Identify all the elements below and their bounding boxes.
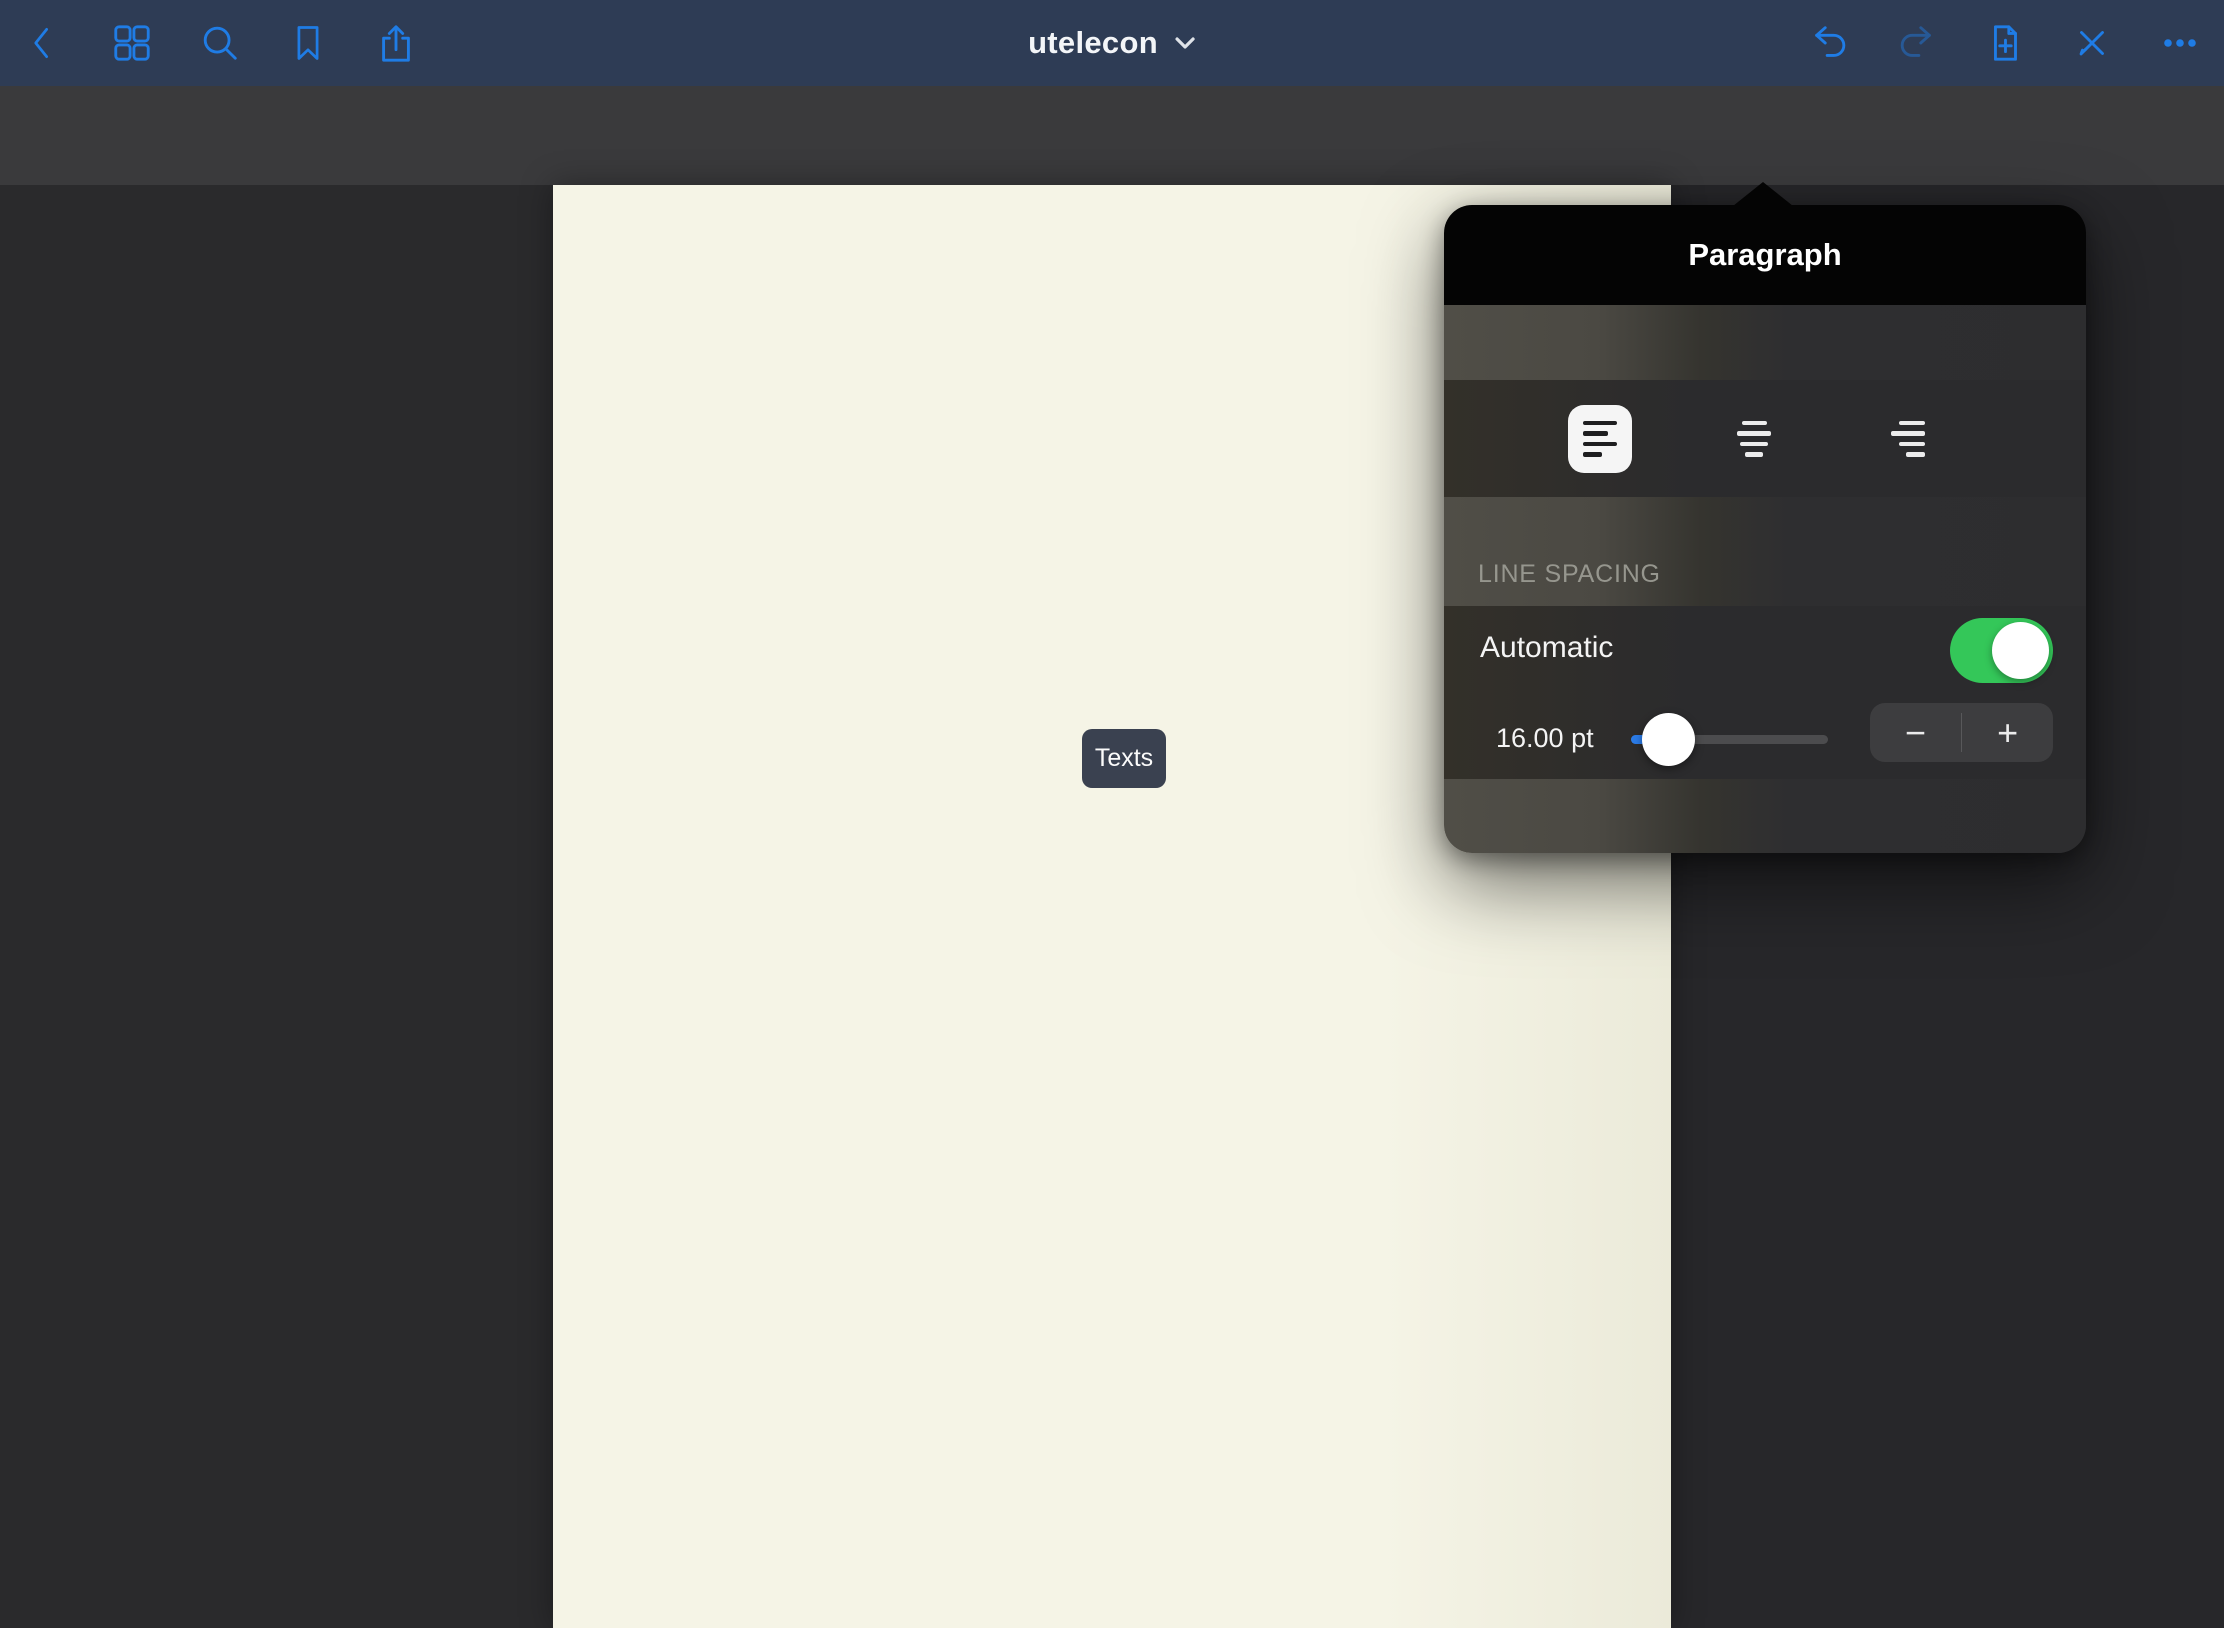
undo-button[interactable] bbox=[1802, 15, 1858, 71]
redo-button[interactable] bbox=[1888, 15, 1944, 71]
add-page-button[interactable] bbox=[1977, 15, 2033, 71]
line-spacing-section-label: LINE SPACING bbox=[1478, 560, 1661, 589]
undo-icon bbox=[1809, 22, 1851, 64]
toggle-knob bbox=[1992, 622, 2049, 679]
paragraph-popover: Paragraph bbox=[1444, 205, 2086, 853]
search-icon bbox=[199, 22, 241, 64]
spacing-increase-button[interactable]: + bbox=[1962, 703, 2053, 762]
more-button[interactable] bbox=[2152, 15, 2208, 71]
popover-band bbox=[1444, 497, 2086, 606]
canvas-margin-left bbox=[0, 185, 553, 1628]
ellipsis-icon bbox=[2158, 21, 2202, 65]
spacing-value: 16.00 pt bbox=[1496, 723, 1594, 754]
share-button[interactable] bbox=[368, 15, 424, 71]
share-icon bbox=[375, 22, 417, 64]
pencil-cross-icon bbox=[2071, 22, 2113, 64]
document-title-menu[interactable]: utelecon bbox=[1028, 25, 1196, 61]
spacing-stepper: − + bbox=[1870, 703, 2053, 762]
chevron-down-icon bbox=[1174, 35, 1196, 51]
spacing-slider-knob[interactable] bbox=[1642, 713, 1695, 766]
end-editing-button[interactable] bbox=[2064, 15, 2120, 71]
align-right-button[interactable] bbox=[1876, 405, 1940, 473]
page-grid-button[interactable] bbox=[104, 15, 160, 71]
align-center-button[interactable] bbox=[1722, 405, 1786, 473]
grid-icon bbox=[111, 22, 153, 64]
popover-header: Paragraph bbox=[1444, 205, 2086, 305]
bookmark-button[interactable] bbox=[280, 15, 336, 71]
back-button[interactable] bbox=[15, 15, 71, 71]
canvas-area: Texts Paragraph bbox=[0, 185, 2224, 1628]
automatic-label: Automatic bbox=[1480, 631, 1613, 665]
document-title: utelecon bbox=[1028, 25, 1158, 61]
tools-toolbar: T HiraginoSans-... 16 bbox=[0, 86, 2224, 185]
popover-arrow bbox=[1733, 182, 1793, 206]
alignment-row bbox=[1444, 380, 2086, 497]
nav-bar: utelecon bbox=[0, 0, 2224, 86]
add-page-icon bbox=[1984, 22, 2026, 64]
notes-app-window: utelecon bbox=[0, 0, 2224, 1628]
spacing-decrease-button[interactable]: − bbox=[1870, 703, 1961, 762]
search-button[interactable] bbox=[192, 15, 248, 71]
align-left-button[interactable] bbox=[1568, 405, 1632, 473]
popover-band bbox=[1444, 305, 2086, 380]
back-chevron-icon bbox=[23, 21, 63, 65]
redo-icon bbox=[1895, 22, 1937, 64]
align-center-icon bbox=[1742, 421, 1767, 426]
bookmark-icon bbox=[288, 22, 328, 64]
popover-band bbox=[1444, 779, 2086, 853]
popover-title: Paragraph bbox=[1688, 237, 1841, 273]
align-left-icon bbox=[1583, 421, 1617, 426]
align-right-icon bbox=[1899, 421, 1925, 426]
text-object[interactable]: Texts bbox=[1082, 729, 1166, 788]
automatic-toggle[interactable] bbox=[1950, 618, 2053, 683]
